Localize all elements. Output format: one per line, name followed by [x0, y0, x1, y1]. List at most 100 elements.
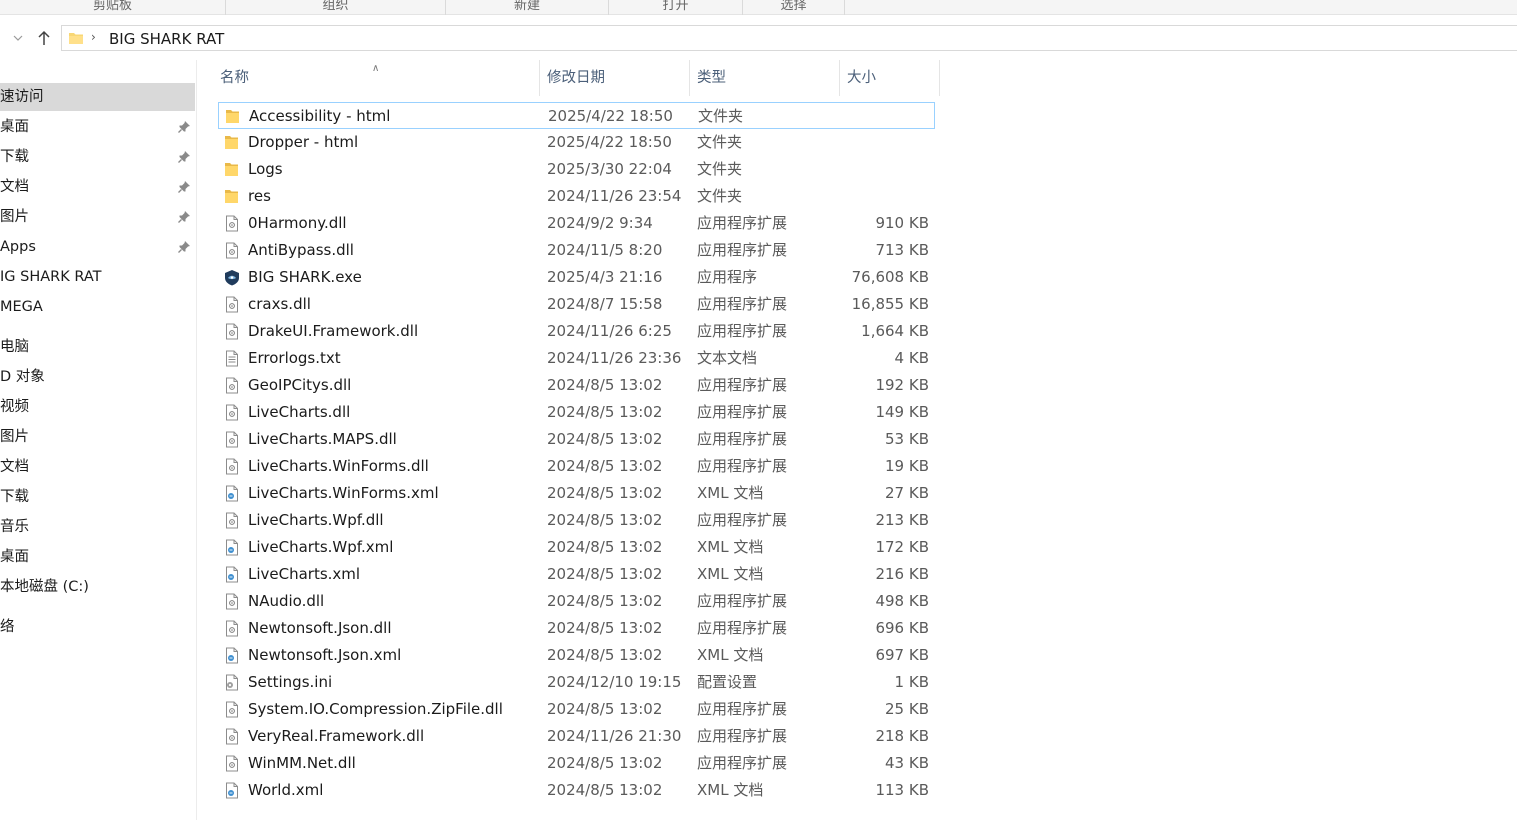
column-date[interactable]: 修改日期 — [540, 60, 690, 96]
file-type: XML 文档 — [697, 565, 764, 583]
file-date: 2025/3/30 22:04 — [547, 160, 672, 178]
sidebar-item-label: D 对象 — [0, 369, 45, 385]
pin-icon — [178, 151, 190, 163]
sidebar-item[interactable]: MEGA — [0, 293, 195, 321]
file-size: 25 KB — [885, 700, 929, 718]
sidebar-item-label: 桌面 — [0, 119, 29, 135]
column-header: 名称 ∧ 修改日期 类型 大小 — [198, 60, 943, 96]
file-date: 2024/11/5 8:20 — [547, 241, 663, 259]
app-exe-icon — [225, 270, 239, 286]
file-row[interactable]: LiveCharts.WinForms.dll 2024/8/5 13:02 应用程… — [218, 453, 935, 480]
folder-icon — [225, 136, 238, 149]
file-date: 2024/12/10 19:15 — [547, 673, 682, 691]
sidebar-item[interactable]: 图片 — [0, 203, 195, 231]
file-row[interactable]: LiveCharts.Wpf.dll 2024/8/5 13:02 应用程序扩展 21… — [218, 507, 935, 534]
file-row[interactable]: NAudio.dll 2024/8/5 13:02 应用程序扩展 498 KB — [218, 588, 935, 615]
breadcrumb-segment[interactable]: BIG SHARK RAT — [109, 30, 224, 48]
file-row[interactable]: LiveCharts.WinForms.xml 2024/8/5 13:02 XML… — [218, 480, 935, 507]
ribbon-group-new[interactable]: 新建 — [446, 0, 609, 15]
up-button[interactable] — [34, 28, 54, 48]
file-row[interactable]: LiveCharts.dll 2024/8/5 13:02 应用程序扩展 149 KB — [218, 399, 935, 426]
file-row[interactable]: VeryReal.Framework.dll 2024/11/26 21:30 应用… — [218, 723, 935, 750]
sidebar-item[interactable]: 桌面 — [0, 113, 195, 141]
sidebar-item-label: 本地磁盘 (C:) — [0, 579, 89, 595]
sidebar-item[interactable]: 下载 — [0, 143, 195, 171]
ribbon-group-organize[interactable]: 组织 — [226, 0, 446, 15]
ribbon-group-open[interactable]: 打开 — [609, 0, 743, 15]
file-name: Settings.ini — [248, 673, 333, 691]
file-row[interactable]: Newtonsoft.Json.dll 2024/8/5 13:02 应用程序扩展 6… — [218, 615, 935, 642]
sidebar-item-label: MEGA — [0, 299, 43, 315]
ribbon-group-clipboard[interactable]: 剪贴板 — [0, 0, 226, 15]
sidebar-item[interactable]: D 对象 — [0, 363, 195, 391]
file-row[interactable]: Logs 2025/3/30 22:04 文件夹 — [218, 156, 935, 183]
file-row[interactable]: World.xml 2024/8/5 13:02 XML 文档 113 KB — [218, 777, 935, 804]
file-row[interactable]: Newtonsoft.Json.xml 2024/8/5 13:02 XML 文档 6… — [218, 642, 935, 669]
address-field[interactable]: › BIG SHARK RAT — [61, 25, 1517, 51]
file-date: 2025/4/22 18:50 — [547, 133, 672, 151]
sidebar-item-label: 音乐 — [0, 519, 29, 535]
sidebar-item-label: 文档 — [0, 179, 29, 195]
sidebar-item[interactable]: 桌面 — [0, 543, 195, 571]
sidebar-item-label: 视频 — [0, 399, 29, 415]
file-row[interactable]: Accessibility - html 2025/4/22 18:50 文件夹 — [218, 102, 935, 129]
file-size: 149 KB — [875, 403, 929, 421]
ribbon-group-select[interactable]: 选择 — [743, 0, 845, 15]
column-type[interactable]: 类型 — [690, 60, 840, 96]
file-date: 2024/11/26 23:54 — [547, 187, 682, 205]
file-name: LiveCharts.xml — [248, 565, 361, 583]
file-name: DrakeUI.Framework.dll — [248, 322, 419, 340]
chevron-down-icon — [13, 35, 23, 41]
file-date: 2024/8/7 15:58 — [547, 295, 663, 313]
ribbon-group-label: 组织 — [322, 0, 349, 13]
file-row[interactable]: res 2024/11/26 23:54 文件夹 — [218, 183, 935, 210]
file-size: 16,855 KB — [851, 295, 929, 313]
file-row[interactable]: AntiBypass.dll 2024/11/5 8:20 应用程序扩展 713 KB — [218, 237, 935, 264]
file-row[interactable]: System.IO.Compression.ZipFile.dll 2024/8/… — [218, 696, 935, 723]
sidebar-item[interactable]: 下载 — [0, 483, 195, 511]
file-date: 2024/8/5 13:02 — [547, 511, 663, 529]
file-row[interactable]: 0Harmony.dll 2024/9/2 9:34 应用程序扩展 910 KB — [218, 210, 935, 237]
dll-file-icon — [226, 512, 238, 529]
column-size[interactable]: 大小 — [840, 60, 940, 96]
sidebar-item[interactable]: 图片 — [0, 423, 195, 451]
file-row[interactable]: GeoIPCitys.dll 2024/8/5 13:02 应用程序扩展 192 KB — [218, 372, 935, 399]
file-type: 应用程序扩展 — [697, 403, 788, 421]
breadcrumb-chevron-icon[interactable]: › — [91, 30, 96, 44]
file-row[interactable]: LiveCharts.Wpf.xml 2024/8/5 13:02 XML 文档 17… — [218, 534, 935, 561]
sidebar-item[interactable]: Apps — [0, 233, 195, 261]
sidebar-item[interactable]: IG SHARK RAT — [0, 263, 195, 291]
sidebar-item[interactable]: 文档 — [0, 173, 195, 201]
sidebar-item-label: 下载 — [0, 489, 29, 505]
column-name[interactable]: 名称 ∧ — [198, 60, 540, 96]
file-row[interactable]: LiveCharts.MAPS.dll 2024/8/5 13:02 应用程序扩展 5… — [218, 426, 935, 453]
file-name: LiveCharts.dll — [248, 403, 351, 421]
file-date: 2024/11/26 21:30 — [547, 727, 682, 745]
sidebar-item[interactable]: 本地磁盘 (C:) — [0, 573, 195, 601]
file-size: 1,664 KB — [861, 322, 929, 340]
file-row[interactable]: craxs.dll 2024/8/7 15:58 应用程序扩展 16,855 KB — [218, 291, 935, 318]
file-row[interactable]: DrakeUI.Framework.dll 2024/11/26 6:25 应用程序… — [218, 318, 935, 345]
file-row[interactable]: WinMM.Net.dll 2024/8/5 13:02 应用程序扩展 43 KB — [218, 750, 935, 777]
recent-locations-button[interactable] — [8, 28, 28, 48]
sidebar-item[interactable]: 电脑 — [0, 333, 195, 361]
file-date: 2024/8/5 13:02 — [547, 565, 663, 583]
file-row[interactable]: Dropper - html 2025/4/22 18:50 文件夹 — [218, 129, 935, 156]
ribbon-group-label: 剪贴板 — [92, 0, 132, 13]
sidebar-item[interactable]: 络 — [0, 613, 195, 641]
sidebar-item[interactable]: 视频 — [0, 393, 195, 421]
file-row[interactable]: BIG SHARK.exe 2025/4/3 21:16 应用程序 76,608 KB — [218, 264, 935, 291]
sidebar-item[interactable]: 文档 — [0, 453, 195, 481]
xml-file-icon — [226, 566, 238, 583]
file-row[interactable]: LiveCharts.xml 2024/8/5 13:02 XML 文档 216 KB — [218, 561, 935, 588]
file-row[interactable]: Errorlogs.txt 2024/11/26 23:36 文本文档 4 KB — [218, 345, 935, 372]
settings-file-icon — [226, 674, 238, 691]
column-name-label: 名称 — [220, 70, 249, 86]
sidebar-item[interactable]: 速访问 — [0, 83, 195, 111]
dll-file-icon — [226, 620, 238, 637]
file-row[interactable]: Settings.ini 2024/12/10 19:15 配置设置 1 KB — [218, 669, 935, 696]
sidebar-item[interactable]: 音乐 — [0, 513, 195, 541]
file-name: Logs — [248, 160, 283, 178]
column-size-label: 大小 — [847, 70, 876, 86]
file-date: 2025/4/22 18:50 — [548, 107, 673, 125]
